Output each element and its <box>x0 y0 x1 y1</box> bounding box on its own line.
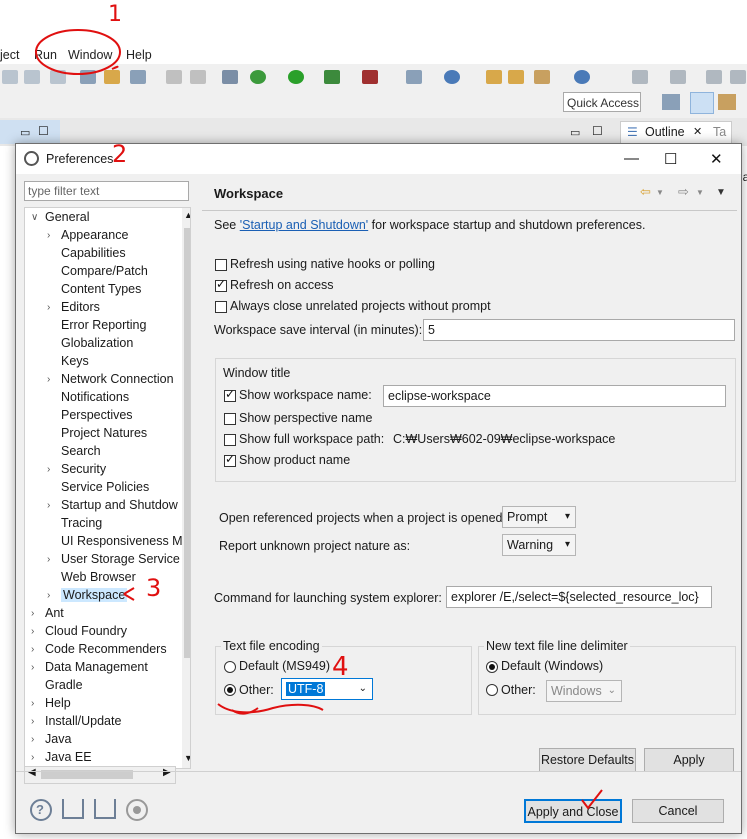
annotation-number-4: 4 <box>332 652 349 682</box>
annotation-circle-window <box>35 29 121 75</box>
annotation-overlay <box>35 29 603 810</box>
annotation-check <box>581 789 603 810</box>
annotation-number-3: 3 <box>146 574 162 602</box>
annotation-number-1: 1 <box>108 2 122 27</box>
annotation-number-2: 2 <box>112 140 128 168</box>
